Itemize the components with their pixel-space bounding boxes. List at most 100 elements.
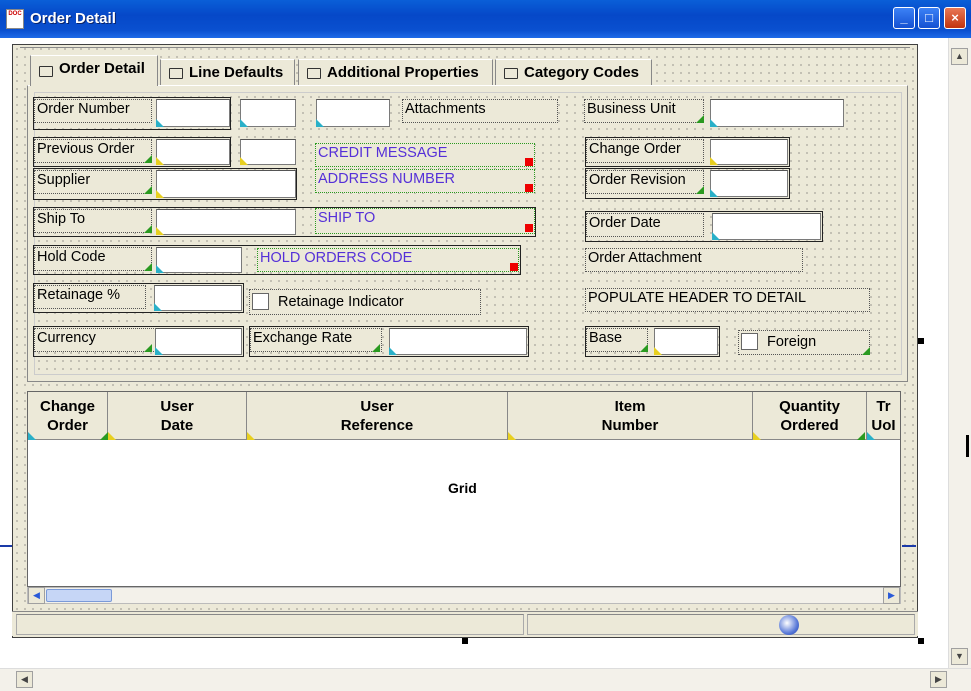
field-marker-icon (108, 432, 116, 440)
order-number-input[interactable] (156, 99, 230, 127)
field-marker-icon (144, 155, 152, 163)
retainage-pct-label: Retainage % (34, 285, 146, 309)
detail-grid[interactable]: Change Order User Date User Reference Item N… (27, 391, 901, 587)
previous-order-label: Previous Order (34, 139, 152, 163)
window-title-bar[interactable] (0, 0, 971, 38)
field-marker-icon (144, 263, 152, 271)
field-marker-icon (640, 344, 648, 352)
field-marker-icon (247, 432, 255, 440)
tab-line-defaults[interactable]: Line Defaults (160, 59, 295, 86)
hold-orders-code-field: HOLD ORDERS CODE (257, 248, 519, 272)
tab-label: Order Detail (59, 60, 145, 77)
header-line: Tr (876, 398, 891, 415)
order-revision-input[interactable] (710, 170, 788, 197)
grid-scroll-thumb[interactable] (46, 589, 112, 602)
supplier-input[interactable] (156, 170, 296, 198)
business-unit-input[interactable] (710, 99, 844, 127)
field-marker-icon (654, 347, 662, 355)
header-line: Number (601, 417, 659, 434)
change-order-input[interactable] (710, 139, 788, 165)
field-marker-icon (156, 157, 164, 165)
order-type-input[interactable] (240, 99, 296, 127)
required-marker-icon (525, 158, 533, 166)
field-marker-icon (862, 347, 870, 355)
tab-additional-properties[interactable]: Additional Properties (298, 59, 493, 86)
ship-to-value-field: SHIP TO (315, 208, 535, 234)
right-guide (902, 545, 916, 547)
populate-header-field: POPULATE HEADER TO DETAIL (585, 288, 870, 312)
field-marker-icon (156, 265, 164, 273)
resize-handle[interactable] (462, 638, 468, 644)
field-marker-icon (156, 227, 164, 235)
currency-input[interactable] (155, 328, 242, 355)
resize-handle[interactable] (918, 338, 924, 344)
grid-horizontal-scrollbar[interactable]: ◀ ▶ (27, 587, 901, 604)
retainage-indicator-checkbox[interactable] (252, 293, 269, 310)
tab-category-codes[interactable]: Category Codes (495, 59, 652, 86)
field-marker-icon (710, 119, 718, 127)
maximize-button[interactable]: □ (918, 7, 940, 29)
order-company-input[interactable] (316, 99, 390, 127)
previous-order-type-input[interactable] (240, 139, 296, 165)
field-marker-icon (316, 119, 324, 127)
ship-to-input[interactable] (156, 209, 296, 235)
scroll-up-icon[interactable]: ▲ (951, 48, 968, 65)
business-unit-label: Business Unit (584, 99, 704, 123)
tab-order-detail[interactable]: Order Detail (30, 55, 158, 86)
grid-scroll-left-icon[interactable]: ◀ (28, 587, 45, 604)
horizontal-scrollbar[interactable]: ◀ ▶ (0, 668, 971, 691)
attachments-label[interactable]: Attachments (402, 99, 558, 123)
header-line: Quantity (779, 398, 840, 415)
header-line: Change (39, 398, 95, 415)
grid-header-user-reference[interactable]: User Reference (247, 392, 508, 440)
tab-label: Line Defaults (189, 64, 284, 81)
grid-header-user-date[interactable]: User Date (108, 392, 247, 440)
close-button[interactable]: × (944, 7, 966, 29)
header-line: Order (47, 417, 88, 434)
hold-code-input[interactable] (156, 247, 242, 273)
ship-to-label: Ship To (34, 209, 152, 233)
change-order-label: Change Order (586, 139, 704, 163)
window-title: Order Detail (30, 10, 116, 27)
vertical-scrollbar[interactable]: ▲ ▼ (948, 38, 971, 670)
scroll-right-icon[interactable]: ▶ (930, 671, 947, 688)
scroll-left-icon[interactable]: ◀ (16, 671, 33, 688)
grid-header-item-number[interactable]: Item Number (508, 392, 753, 440)
edge-marker (966, 435, 969, 457)
header-line: Date (160, 417, 194, 434)
order-date-input[interactable] (712, 213, 821, 240)
field-marker-icon (710, 189, 718, 197)
field-marker-icon (867, 432, 875, 440)
grid-scroll-right-icon[interactable]: ▶ (883, 587, 900, 604)
field-marker-icon (240, 157, 248, 165)
order-number-label: Order Number (34, 99, 152, 123)
foreign-checkbox[interactable] (741, 333, 758, 350)
header-line: User (160, 398, 194, 415)
hold-code-label: Hold Code (34, 247, 152, 271)
minimize-button[interactable]: _ (893, 7, 915, 29)
previous-order-input[interactable] (156, 139, 230, 165)
field-marker-icon (857, 432, 865, 440)
tab-label: Category Codes (524, 64, 640, 81)
order-revision-label: Order Revision (586, 170, 704, 194)
base-label: Base (586, 328, 648, 352)
credit-message-field: CREDIT MESSAGE (315, 143, 535, 167)
scroll-down-icon[interactable]: ▼ (951, 648, 968, 665)
grid-header-quantity-ordered[interactable]: Quantity Ordered (753, 392, 867, 440)
field-marker-icon (696, 186, 704, 194)
grid-header-change-order[interactable]: Change Order (28, 392, 108, 440)
required-marker-icon (525, 184, 533, 192)
field-marker-icon (240, 119, 248, 127)
field-marker-icon (712, 232, 720, 240)
retainage-pct-input[interactable] (154, 285, 242, 311)
globe-icon (779, 615, 799, 635)
tab-label: Additional Properties (327, 64, 479, 81)
order-attachment-label[interactable]: Order Attachment (585, 248, 803, 272)
field-marker-icon (389, 347, 397, 355)
resize-handle[interactable] (918, 638, 924, 644)
folder-icon (169, 68, 183, 79)
field-marker-icon (753, 432, 761, 440)
exchange-rate-input[interactable] (389, 328, 527, 355)
base-input[interactable] (654, 328, 718, 355)
required-marker-icon (525, 224, 533, 232)
